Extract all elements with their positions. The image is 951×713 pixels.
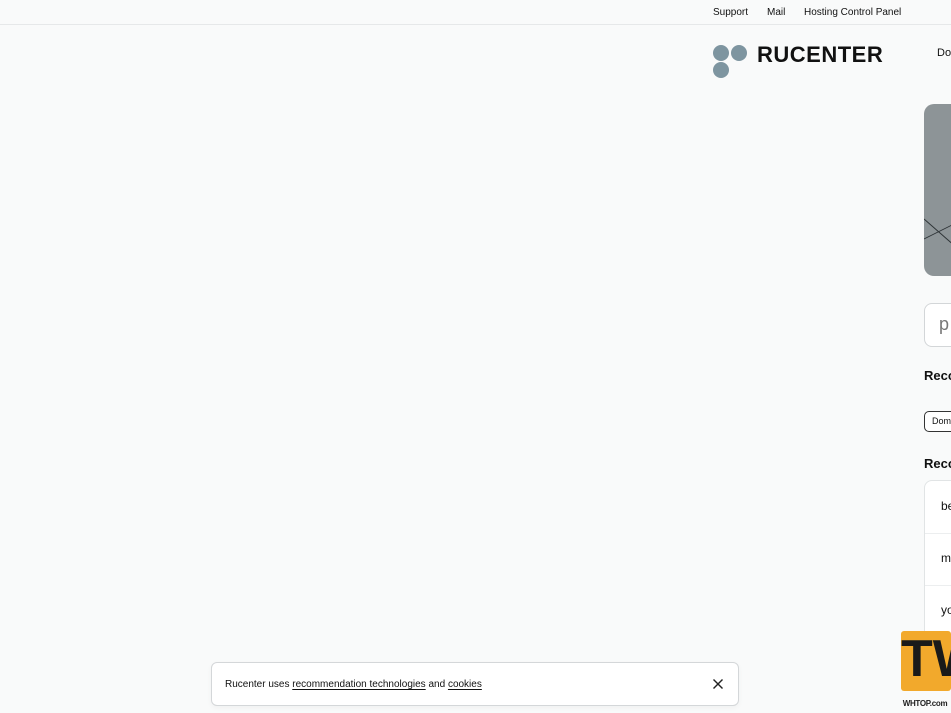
list-item[interactable]: be xyxy=(925,481,951,534)
logo-dot-icon xyxy=(713,62,729,78)
support-link[interactable]: Support xyxy=(713,7,748,18)
recommendation-list: be m yo xyxy=(924,480,951,640)
hero-line-graphic xyxy=(924,218,951,244)
hosting-control-panel-link[interactable]: Hosting Control Panel xyxy=(804,7,901,18)
hero-banner xyxy=(924,104,951,276)
recommended-heading: Reco xyxy=(924,368,951,383)
close-icon[interactable] xyxy=(710,676,726,692)
whtop-label: WHTOP.com xyxy=(902,699,948,708)
cookies-link[interactable]: cookies xyxy=(448,679,482,690)
rucenter-logo[interactable]: RUCENTER xyxy=(713,42,913,81)
mail-link[interactable]: Mail xyxy=(767,7,785,18)
list-item-label: yo xyxy=(941,603,951,617)
list-item-label: m xyxy=(941,551,951,565)
list-item-label: be xyxy=(941,499,951,513)
cookie-text-middle: and xyxy=(425,679,448,690)
nav-item-domains[interactable]: Do xyxy=(937,47,951,59)
cookie-text: Rucenter uses recommendation technologie… xyxy=(225,679,482,690)
filter-chip-label: Dom xyxy=(932,416,951,426)
logo-dot-icon xyxy=(713,45,729,61)
whtop-logo-glyph: TW xyxy=(901,630,951,688)
cookie-text-prefix: Rucenter uses xyxy=(225,679,293,690)
top-utility-bar: Support Mail Hosting Control Panel xyxy=(0,0,951,25)
filter-chip-domains[interactable]: Dom xyxy=(924,411,951,432)
list-item[interactable]: m xyxy=(925,533,951,586)
recommendation-technologies-link[interactable]: recommendation technologies xyxy=(292,679,425,690)
cookie-banner: Rucenter uses recommendation technologie… xyxy=(211,662,739,706)
domain-search-input[interactable]: р xyxy=(924,303,951,347)
logo-wordmark: RUCENTER xyxy=(757,42,884,67)
logo-dot-icon xyxy=(731,45,747,61)
whtop-logo-icon: TW xyxy=(901,630,951,691)
search-placeholder: р xyxy=(939,314,950,334)
whtop-watermark: TW WHTOP.com xyxy=(899,630,951,713)
recommendations-heading: Reco xyxy=(924,456,951,471)
